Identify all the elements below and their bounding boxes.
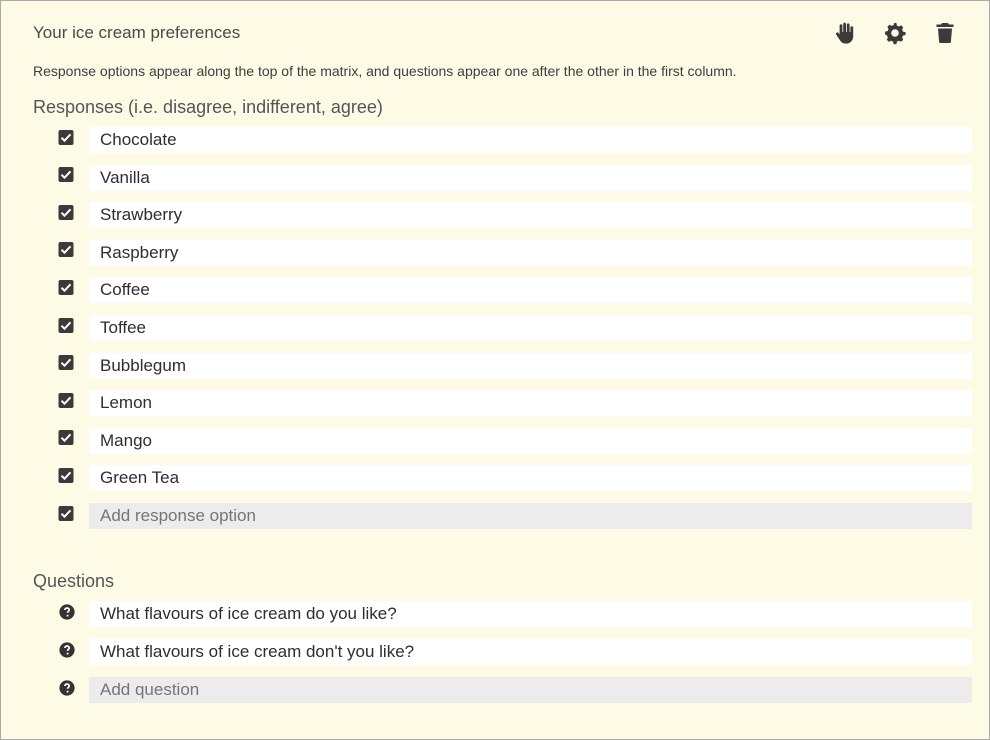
checkbox[interactable]: [58, 167, 74, 183]
checkbox[interactable]: [58, 505, 74, 521]
checkbox[interactable]: [58, 317, 74, 333]
response-option-input[interactable]: Chocolate: [89, 127, 972, 153]
settings-button[interactable]: [881, 19, 909, 47]
ice-cream-preferences-panel: Your ice cream preferences Response opti…: [0, 0, 990, 740]
checkbox[interactable]: [58, 279, 74, 295]
response-option-input[interactable]: Lemon: [89, 390, 972, 417]
checkbox[interactable]: [58, 204, 74, 220]
drag-handle-button[interactable]: [831, 19, 859, 47]
response-option-input[interactable]: Bubblegum: [89, 352, 972, 379]
response-row: Coffee: [58, 277, 972, 305]
panel-title: Your ice cream preferences: [33, 23, 241, 42]
question-row: What flavours of ice cream do you like?: [58, 601, 972, 629]
help-text: Response options appear along the top of…: [33, 63, 737, 79]
checkbox-checked-icon: [58, 242, 74, 258]
response-option-input[interactable]: Toffee: [89, 315, 972, 341]
response-row: Mango: [58, 427, 972, 456]
add-response-input[interactable]: [89, 503, 972, 529]
response-option-input[interactable]: Coffee: [89, 277, 972, 304]
response-row: Vanilla: [58, 164, 972, 193]
add-question-row: [58, 677, 972, 705]
delete-button[interactable]: [931, 19, 959, 47]
gear-icon: [885, 23, 906, 45]
response-row: Bubblegum: [58, 352, 972, 381]
response-option-input[interactable]: Mango: [89, 427, 972, 454]
checkbox[interactable]: [58, 392, 74, 408]
response-row: Green Tea: [58, 465, 972, 493]
checkbox-checked-icon: [58, 430, 74, 446]
questions-heading: Questions: [33, 571, 115, 591]
response-row: Lemon: [58, 390, 972, 418]
add-response-row: [58, 503, 972, 531]
response-row: Raspberry: [58, 239, 972, 268]
response-option-input[interactable]: Raspberry: [89, 239, 972, 266]
checkbox[interactable]: [58, 467, 74, 483]
question-icon: [59, 604, 75, 620]
checkbox-checked-icon: [58, 467, 74, 483]
checkbox[interactable]: [58, 242, 74, 258]
response-option-input[interactable]: Green Tea: [89, 465, 972, 492]
checkbox-checked-icon: [58, 505, 74, 521]
checkbox-checked-icon: [58, 392, 74, 408]
response-option-input[interactable]: Vanilla: [89, 164, 972, 191]
add-question-input[interactable]: [89, 677, 972, 703]
question-input[interactable]: What flavours of ice cream don't you lik…: [89, 638, 972, 665]
panel-toolbar: [831, 19, 959, 47]
hand-icon: [835, 22, 854, 44]
checkbox[interactable]: [58, 129, 74, 145]
checkbox-checked-icon: [58, 355, 74, 371]
question-icon: [59, 641, 75, 658]
responses-heading: Responses (i.e. disagree, indifferent, a…: [33, 97, 383, 117]
question-row: What flavours of ice cream don't you lik…: [58, 638, 972, 667]
checkbox-checked-icon: [58, 279, 74, 295]
response-option-input[interactable]: Strawberry: [89, 202, 972, 229]
checkbox[interactable]: [58, 430, 74, 446]
response-row: Strawberry: [58, 202, 972, 230]
response-row: Toffee: [58, 315, 972, 343]
checkbox-checked-icon: [58, 204, 74, 220]
trash-icon: [936, 23, 954, 43]
checkbox-checked-icon: [58, 317, 74, 333]
question-icon: [59, 680, 75, 696]
question-input[interactable]: What flavours of ice cream do you like?: [89, 601, 972, 627]
checkbox-checked-icon: [58, 167, 74, 183]
response-row: Chocolate: [58, 127, 972, 155]
checkbox[interactable]: [58, 355, 74, 371]
checkbox-checked-icon: [58, 129, 74, 145]
